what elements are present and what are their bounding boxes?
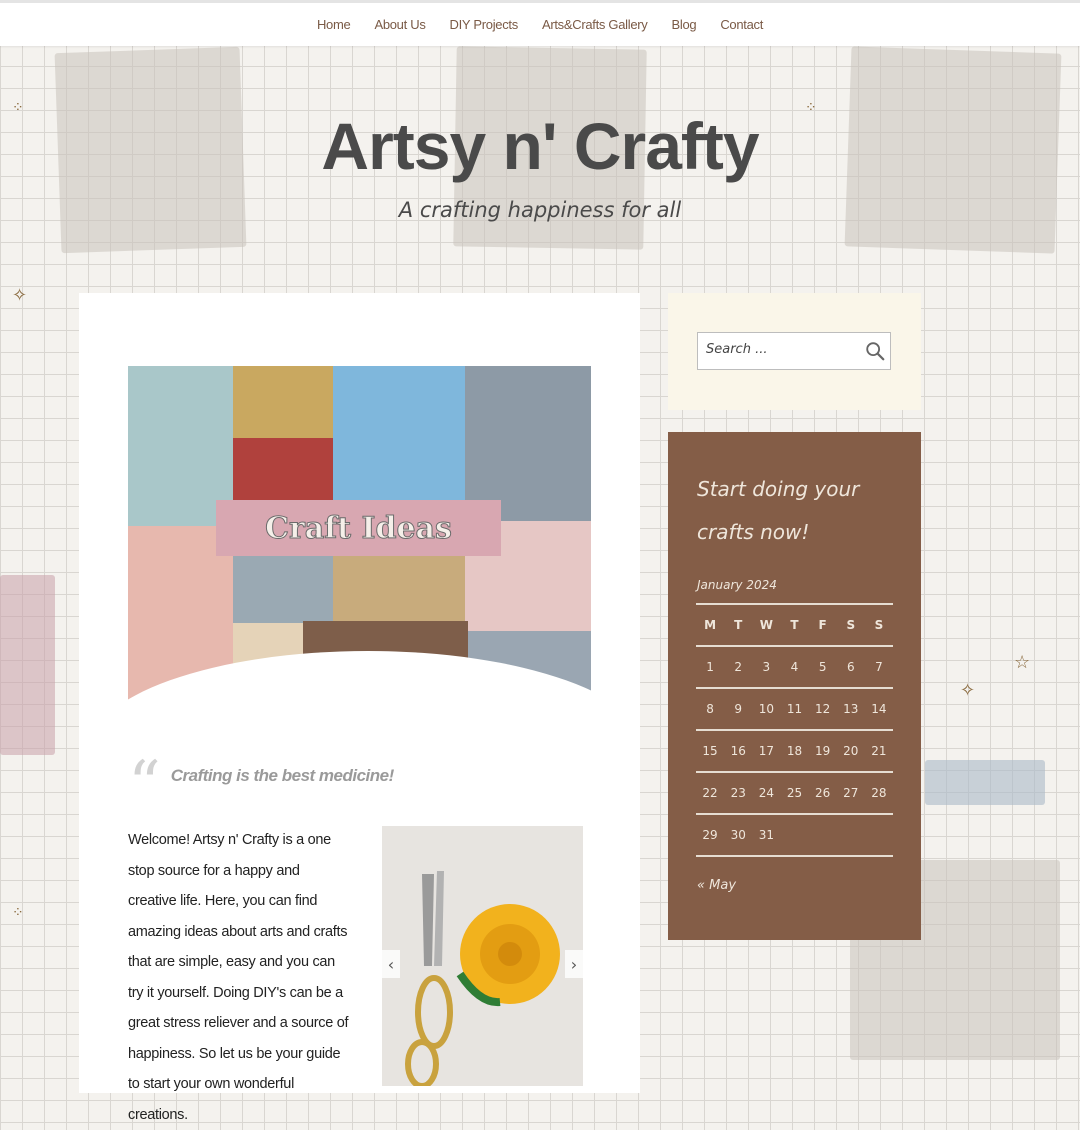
calendar-day: 4 [780,646,809,689]
decorative-tape [925,760,1045,805]
calendar-day [780,814,809,857]
weekday-header: M [696,603,725,647]
weekday-header: F [808,603,837,647]
decorative-tape [0,575,55,755]
weekday-header: T [780,603,809,647]
banner-label: Craft Ideas [216,500,501,556]
nav-blog[interactable]: Blog [672,17,697,32]
calendar-day: 3 [752,646,781,689]
nav-home[interactable]: Home [317,17,351,32]
search-form [697,332,891,370]
site-tagline: A crafting happiness for all [398,198,682,222]
calendar-day: 27 [836,772,865,815]
top-navigation: Home About Us DIY Projects Arts&Crafts G… [0,0,1080,46]
banner-photo-flowers [233,548,333,623]
search-icon[interactable] [864,340,886,362]
star-icon: ☆ [1014,652,1031,673]
calendar-day: 24 [752,772,781,815]
sparkle-icon: ✧ [960,680,976,701]
weekday-header: S [836,603,865,647]
calendar-day: 19 [808,730,837,773]
calendar-day: 25 [780,772,809,815]
calendar-day: 2 [724,646,753,689]
image-slider[interactable]: ‹ › [382,826,583,1086]
calendar-day [836,814,865,857]
calendar-widget: Start doing your crafts now! January 202… [668,432,921,940]
calendar-day [808,814,837,857]
calendar-day: 18 [780,730,809,773]
calendar-day: 12 [808,688,837,731]
slider-image-scissors-rose [382,826,583,1086]
calendar-day: 14 [864,688,893,731]
calendar-day: 10 [752,688,781,731]
quote-mark-icon: “ [128,748,161,822]
quote-block: “ Crafting is the best medicine! [128,748,395,822]
calendar-day: 6 [836,646,865,689]
calendar-prev-month-link[interactable]: « May [697,878,736,893]
slider-next-button[interactable]: › [565,950,583,978]
search-widget [668,293,921,410]
calendar-day: 20 [836,730,865,773]
weekday-header: W [752,603,781,647]
main-content: Craft Ideas “ Crafting is the best medic… [79,293,640,1123]
calendar-day: 26 [808,772,837,815]
dots-icon: ⁘ [12,905,24,921]
calendar-day: 7 [864,646,893,689]
weekday-header: S [864,603,893,647]
weekday-header: T [724,603,753,647]
banner-photo-cards [333,556,465,621]
calendar-day: 30 [724,814,753,857]
calendar-day: 17 [752,730,781,773]
calendar-day: 28 [864,772,893,815]
calendar-caption: January 2024 [697,578,777,592]
calendar-day [864,814,893,857]
nav-gallery[interactable]: Arts&Crafts Gallery [542,17,648,32]
nav-about-us[interactable]: About Us [374,17,425,32]
calendar-table: M T W T F S S 1 2 3 4 5 6 7 8 9 10 11 12… [696,603,893,857]
sparkle-icon: ✧ [12,285,28,306]
calendar-day: 9 [724,688,753,731]
site-title[interactable]: Artsy n' Crafty [0,108,1080,184]
calendar-day: 8 [696,688,725,731]
calendar-day: 5 [808,646,837,689]
search-input[interactable] [704,341,868,358]
quote-text: Crafting is the best medicine! [170,766,395,785]
calendar-day: 22 [696,772,725,815]
calendar-day: 21 [864,730,893,773]
calendar-day: 29 [696,814,725,857]
craft-ideas-banner: Craft Ideas [128,366,591,731]
calendar-day: 13 [836,688,865,731]
calendar-day: 15 [696,730,725,773]
welcome-text: Welcome! Artsy n' Crafty is a one stop s… [128,832,349,1123]
nav-contact[interactable]: Contact [720,17,763,32]
slider-prev-button[interactable]: ‹ [382,950,400,978]
calendar-day: 23 [724,772,753,815]
banner-photo-paper-rose [233,366,333,438]
calendar-day: 31 [752,814,781,857]
calendar-day: 11 [780,688,809,731]
calendar-day: 1 [696,646,725,689]
calendar-day: 16 [724,730,753,773]
banner-photo-caterpillar [333,366,465,501]
calendar-heading: Start doing your crafts now! [697,477,860,544]
banner-photo-poppies [465,366,591,521]
nav-diy-projects[interactable]: DIY Projects [450,17,519,32]
